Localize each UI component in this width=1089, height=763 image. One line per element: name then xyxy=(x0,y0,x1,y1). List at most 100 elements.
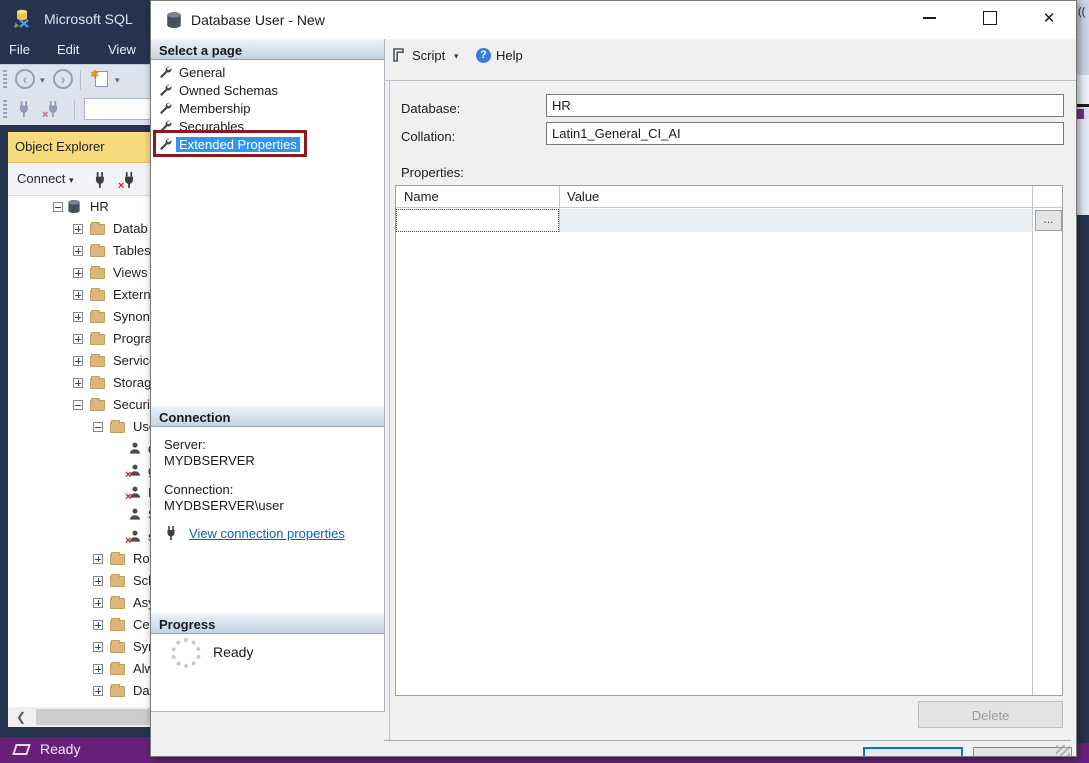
expand-plus-icon[interactable] xyxy=(93,576,103,586)
tree-item[interactable]: Tables xyxy=(8,240,150,262)
database-input[interactable]: HR xyxy=(546,94,1064,117)
expand-plus-icon[interactable] xyxy=(73,378,83,388)
folder-icon xyxy=(110,686,125,697)
connect-plug-icon[interactable] xyxy=(16,100,34,118)
connect-button[interactable]: Connect ▾ xyxy=(17,171,74,186)
expand-plus-icon[interactable] xyxy=(73,224,83,234)
expand-plus-icon[interactable] xyxy=(73,290,83,300)
expand-plus-icon[interactable] xyxy=(93,664,103,674)
page-item-owned-schemas[interactable]: Owned Schemas xyxy=(151,82,384,100)
tree-item-label: Securit xyxy=(113,397,150,412)
expand-plus-icon[interactable] xyxy=(73,356,83,366)
tree-item[interactable]: ×I xyxy=(8,482,150,504)
tree-item[interactable]: S xyxy=(8,504,150,526)
expand-minus-icon[interactable] xyxy=(93,422,103,432)
back-dropdown-caret-icon[interactable]: ▾ xyxy=(40,75,45,86)
content-left-border xyxy=(389,80,390,740)
oe-connect-plug-icon[interactable] xyxy=(92,171,110,189)
database-combobox[interactable] xyxy=(84,98,154,120)
column-header-value[interactable]: Value xyxy=(567,189,599,204)
connection-value: MYDBSERVER\user xyxy=(164,498,284,513)
expand-plus-icon[interactable] xyxy=(73,312,83,322)
expand-plus-icon[interactable] xyxy=(73,246,83,256)
expand-plus-icon[interactable] xyxy=(93,620,103,630)
oe-horizontal-scrollbar[interactable]: ❮ xyxy=(8,707,150,727)
disconnect-plug-icon[interactable]: × xyxy=(44,100,62,118)
folder-icon xyxy=(110,642,125,653)
user-icon xyxy=(127,441,143,456)
ellipsis-button[interactable]: ... xyxy=(1035,210,1062,231)
expand-plus-icon[interactable] xyxy=(73,268,83,278)
expand-plus-icon[interactable] xyxy=(93,686,103,696)
expand-plus-icon[interactable] xyxy=(73,334,83,344)
navigate-forward-icon[interactable]: › xyxy=(53,69,73,89)
dialog-title: Database User - New xyxy=(191,12,325,28)
page-item-general[interactable]: General xyxy=(151,64,384,82)
user-x-icon: × xyxy=(127,463,143,478)
page-item-membership[interactable]: Membership xyxy=(151,100,384,118)
column-header-name[interactable]: Name xyxy=(404,189,439,204)
tree-item[interactable]: HR xyxy=(8,196,150,218)
minimize-button[interactable] xyxy=(907,1,951,33)
script-caret-icon[interactable]: ▾ xyxy=(454,51,459,62)
tree-item[interactable]: Cer xyxy=(8,614,150,636)
name-cell[interactable] xyxy=(396,209,559,232)
toolbar-grip[interactable] xyxy=(3,100,7,120)
delete-button[interactable]: Delete xyxy=(918,701,1063,728)
database-label: Database: xyxy=(401,101,460,116)
script-button[interactable]: Script xyxy=(412,48,445,63)
expand-minus-icon[interactable] xyxy=(73,400,83,410)
tree-item-label: Rol xyxy=(133,551,150,566)
maximize-button[interactable] xyxy=(967,1,1011,33)
tree-item[interactable]: Extern xyxy=(8,284,150,306)
folder-icon xyxy=(110,422,125,433)
view-connection-properties-link[interactable]: View connection properties xyxy=(189,526,345,541)
folder-icon xyxy=(90,290,105,301)
tree-item[interactable]: Sym xyxy=(8,636,150,658)
expand-minus-icon[interactable] xyxy=(53,202,63,212)
tree-item[interactable]: Service xyxy=(8,350,150,372)
menu-view[interactable]: View xyxy=(108,42,136,57)
resize-grip[interactable] xyxy=(1056,745,1070,757)
pane-divider xyxy=(384,39,385,711)
tree-item[interactable]: Securit xyxy=(8,394,150,416)
expand-plus-icon[interactable] xyxy=(93,554,103,564)
database-icon xyxy=(165,11,183,29)
menu-edit[interactable]: Edit xyxy=(57,42,79,57)
tree-item[interactable]: Storag xyxy=(8,372,150,394)
scrollbar-thumb[interactable] xyxy=(36,709,151,725)
tree-item[interactable]: ×s xyxy=(8,526,150,548)
oe-disconnect-plug-icon[interactable]: × xyxy=(120,171,138,189)
scroll-left-arrow-icon[interactable]: ❮ xyxy=(16,710,26,724)
expand-plus-icon[interactable] xyxy=(93,642,103,652)
tree-item[interactable]: Alw xyxy=(8,658,150,680)
tree-item[interactable]: ×g xyxy=(8,460,150,482)
close-button[interactable]: ✕ xyxy=(1027,1,1071,33)
content-top-border xyxy=(384,80,1077,81)
tree-item[interactable]: Progra xyxy=(8,328,150,350)
tree-item[interactable]: Datab xyxy=(8,218,150,240)
tree-item[interactable]: Sch xyxy=(8,570,150,592)
help-button[interactable]: Help xyxy=(496,48,523,63)
new-query-caret-icon[interactable]: ▾ xyxy=(115,75,120,86)
navigate-back-icon[interactable]: ‹ xyxy=(15,69,35,89)
status-text: Ready xyxy=(40,741,80,757)
tree-item[interactable]: Use xyxy=(8,416,150,438)
tree-item[interactable]: Asy xyxy=(8,592,150,614)
collation-input[interactable]: Latin1_General_CI_AI xyxy=(546,122,1064,145)
tree-item[interactable]: Dat xyxy=(8,680,150,702)
column-divider[interactable] xyxy=(1032,186,1033,695)
toolbar-grip[interactable] xyxy=(3,70,7,90)
object-explorer-header[interactable]: Object Explorer xyxy=(8,132,150,163)
value-cell[interactable] xyxy=(560,209,1032,232)
tree-item[interactable]: Rol xyxy=(8,548,150,570)
tree-item[interactable]: Synony xyxy=(8,306,150,328)
dialog-titlebar[interactable]: Database User - New ✕ xyxy=(151,1,1076,39)
folder-icon xyxy=(90,356,105,367)
database-user-new-dialog: Database User - New ✕ Select a page Gene… xyxy=(150,0,1077,757)
tree-item[interactable]: d xyxy=(8,438,150,460)
ok-button[interactable] xyxy=(863,747,963,757)
tree-item[interactable]: Views xyxy=(8,262,150,284)
expand-plus-icon[interactable] xyxy=(93,598,103,608)
menu-file[interactable]: File xyxy=(9,42,30,57)
